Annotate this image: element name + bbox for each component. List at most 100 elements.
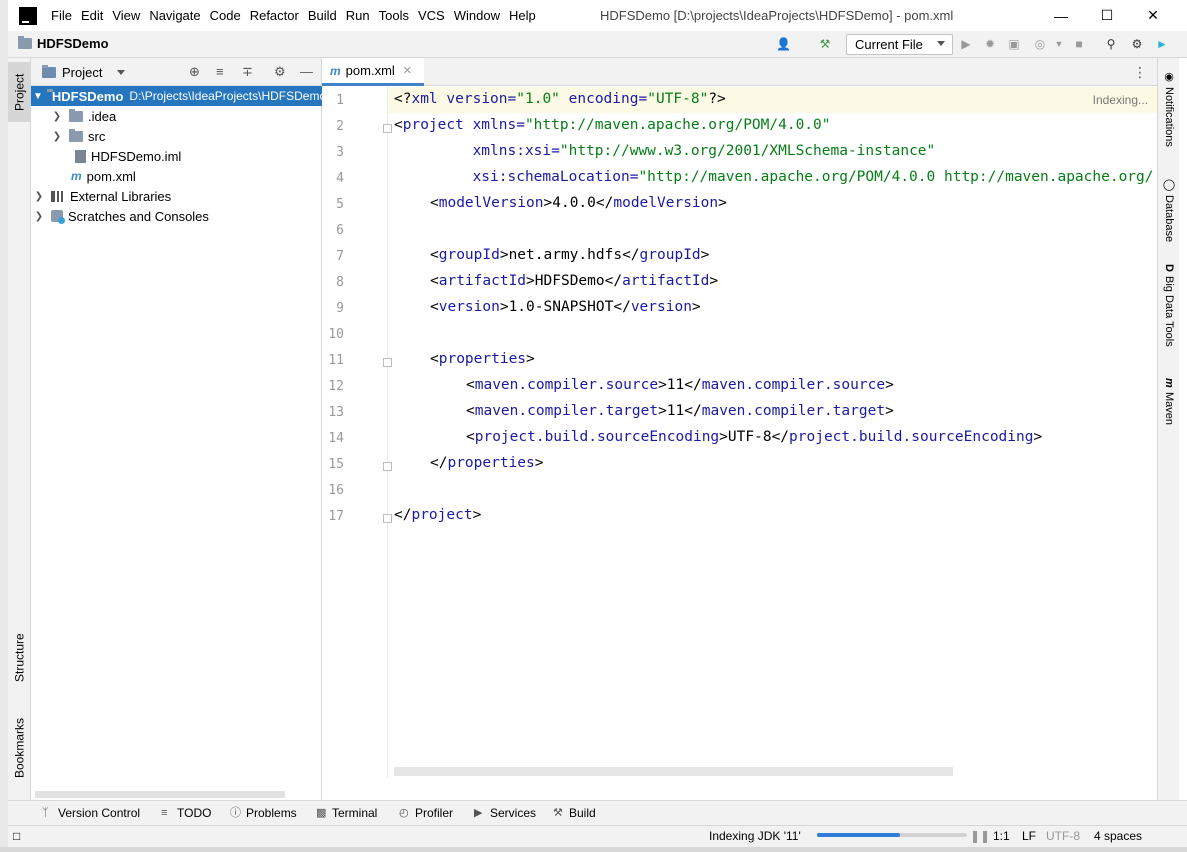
fold-marker-icon[interactable] [383,514,392,523]
bookmarks-tool-tab[interactable]: Bookmarks [8,708,31,788]
main-menu: File Edit View Navigate Code Refactor Bu… [51,8,545,23]
run-configuration-select[interactable]: Current File [846,34,953,55]
menu-vcs[interactable]: VCS [418,8,445,23]
code-with-me-icon[interactable]: ► [1155,37,1169,51]
line-number: 17 [328,509,344,524]
pause-indexing-icon[interactable]: ❚❚ [970,829,990,843]
more-run-chevron-icon[interactable]: ▼ [1052,37,1066,51]
menu-window[interactable]: Window [454,8,500,23]
editor-tab-bar: m pom.xml ✕ ⋮ [322,58,1157,86]
menu-edit[interactable]: Edit [81,8,103,23]
run-icon[interactable]: ▶ [959,37,973,51]
collapse-all-icon[interactable]: ∓ [242,64,253,80]
menu-help[interactable]: Help [509,8,536,23]
user-icon[interactable]: 👤 [776,37,791,51]
fold-marker-icon[interactable] [383,124,392,133]
bell-icon: ◉ [1162,70,1175,83]
tree-item-src[interactable]: ❯ src [31,126,322,146]
code-token: 1.0-SNAPSHOT [508,299,614,315]
intellij-logo-icon[interactable] [19,6,37,25]
expand-all-icon[interactable]: ≡ [216,64,224,79]
collapsed-arrow-icon[interactable]: ❯ [51,131,63,142]
code-line-5: <modelVersion>4.0.0</modelVersion> [430,195,727,211]
indexing-status[interactable]: Indexing JDK '11' [709,829,801,843]
expanded-arrow-icon[interactable]: ▼ [33,91,43,102]
tree-item-idea[interactable]: ❯ .idea [31,106,322,126]
collapsed-arrow-icon[interactable]: ❯ [33,211,45,222]
breadcrumb[interactable]: HDFSDemo [18,36,109,51]
breadcrumb-project[interactable]: HDFSDemo [37,36,109,51]
problems-tab[interactable]: ⓘ Problems [230,806,297,820]
close-icon[interactable]: ✕ [403,64,412,77]
collapsed-arrow-icon[interactable]: ❯ [51,111,63,122]
project-tool-tab[interactable]: Project [8,62,31,122]
project-panel-scrollbar[interactable] [35,791,285,798]
line-separator[interactable]: LF [1022,829,1036,843]
tree-item-pom[interactable]: m pom.xml [31,166,322,186]
version-control-tab[interactable]: ᛉ Version Control [42,806,140,820]
database-tool-tab[interactable]: ◯ Database [1158,178,1180,248]
code-editor[interactable]: 1 2 3 4 5 6 7 8 9 10 11 12 13 14 15 16 1… [322,86,1157,778]
file-encoding[interactable]: UTF-8 [1046,829,1080,843]
tree-item-root[interactable]: ▼ HDFSDemo D:\Projects\IdeaProjects\HDFS… [31,86,322,106]
build-hammer-icon[interactable]: ⚒ [818,37,832,51]
menu-navigate[interactable]: Navigate [149,8,200,23]
menu-tools[interactable]: Tools [379,8,409,23]
coverage-icon[interactable]: ▣ [1007,37,1021,51]
menu-refactor[interactable]: Refactor [250,8,299,23]
tab-label: Services [490,806,537,820]
root-module-name: HDFSDemo [51,88,124,104]
caret-position[interactable]: 1:1 [993,829,1010,843]
terminal-tab[interactable]: ▩ Terminal [316,806,377,820]
code-token: xmlns= [463,117,525,133]
profile-icon[interactable]: ◎ [1033,37,1047,51]
code-line-14: <project.build.sourceEncoding>UTF-8</pro… [466,429,1043,445]
menu-file[interactable]: File [51,8,72,23]
search-icon[interactable]: ⚲ [1104,37,1118,51]
fold-marker-icon[interactable] [383,462,392,471]
project-tool-tab-label: Project [12,73,27,111]
menu-view[interactable]: View [112,8,140,23]
bigdata-tool-tab[interactable]: D Big Data Tools [1158,264,1180,364]
maven-tool-tab[interactable]: m Maven [1158,378,1180,438]
editor-horizontal-scrollbar[interactable] [394,767,953,776]
more-tabs-icon[interactable]: ⋮ [1133,64,1147,81]
tree-item-iml[interactable]: HDFSDemo.iml [31,146,322,166]
structure-tool-tab[interactable]: Structure [8,623,31,693]
code-line-4: xsi:schemaLocation="http://maven.apache.… [394,169,1154,185]
profiler-tab[interactable]: ◴ Profiler [399,806,453,820]
fold-marker-icon[interactable] [383,358,392,367]
notifications-tool-tab[interactable]: ◉ Notifications [1158,70,1180,160]
debug-icon[interactable]: ✹ [983,37,997,51]
stop-icon[interactable]: ■ [1072,37,1086,51]
menu-build[interactable]: Build [308,8,337,23]
maximize-button[interactable]: ☐ [1084,0,1130,31]
hide-panel-icon[interactable]: — [300,64,313,79]
code-line-1: <?xml version="1.0" encoding="UTF-8"?> [394,91,726,107]
toggle-tool-windows-icon[interactable]: □ [13,829,20,843]
tab-pom-xml[interactable]: m pom.xml ✕ [322,58,424,86]
collapsed-arrow-icon[interactable]: ❯ [33,191,45,202]
project-view-title[interactable]: Project [62,65,102,80]
chevron-down-icon [937,41,945,46]
close-window-button[interactable]: ✕ [1130,0,1176,31]
indent-setting[interactable]: 4 spaces [1094,829,1142,843]
library-icon [51,190,65,202]
todo-tab[interactable]: ≡ TODO [161,806,211,820]
tree-item-scratches[interactable]: ❯ Scratches and Consoles [31,206,322,226]
build-tab[interactable]: ⚒ Build [553,806,596,820]
chevron-down-icon[interactable] [117,70,125,75]
line-number: 16 [328,483,344,498]
gear-icon[interactable]: ⚙ [274,64,286,80]
code-token: "UTF-8" [647,91,709,107]
tree-item-external-libraries[interactable]: ❯ External Libraries [31,186,322,206]
services-tab[interactable]: ▶ Services [474,806,536,820]
menu-code[interactable]: Code [210,8,241,23]
line-number: 3 [336,145,344,160]
locate-file-icon[interactable]: ⊕ [189,64,200,80]
project-panel-header: Project ⊕ ≡ ∓ ⚙ — [31,58,321,86]
gear-icon[interactable]: ⚙ [1130,37,1144,51]
indexing-hint: Indexing... [1092,93,1148,107]
menu-run[interactable]: Run [346,8,370,23]
minimize-button[interactable]: — [1038,0,1084,31]
